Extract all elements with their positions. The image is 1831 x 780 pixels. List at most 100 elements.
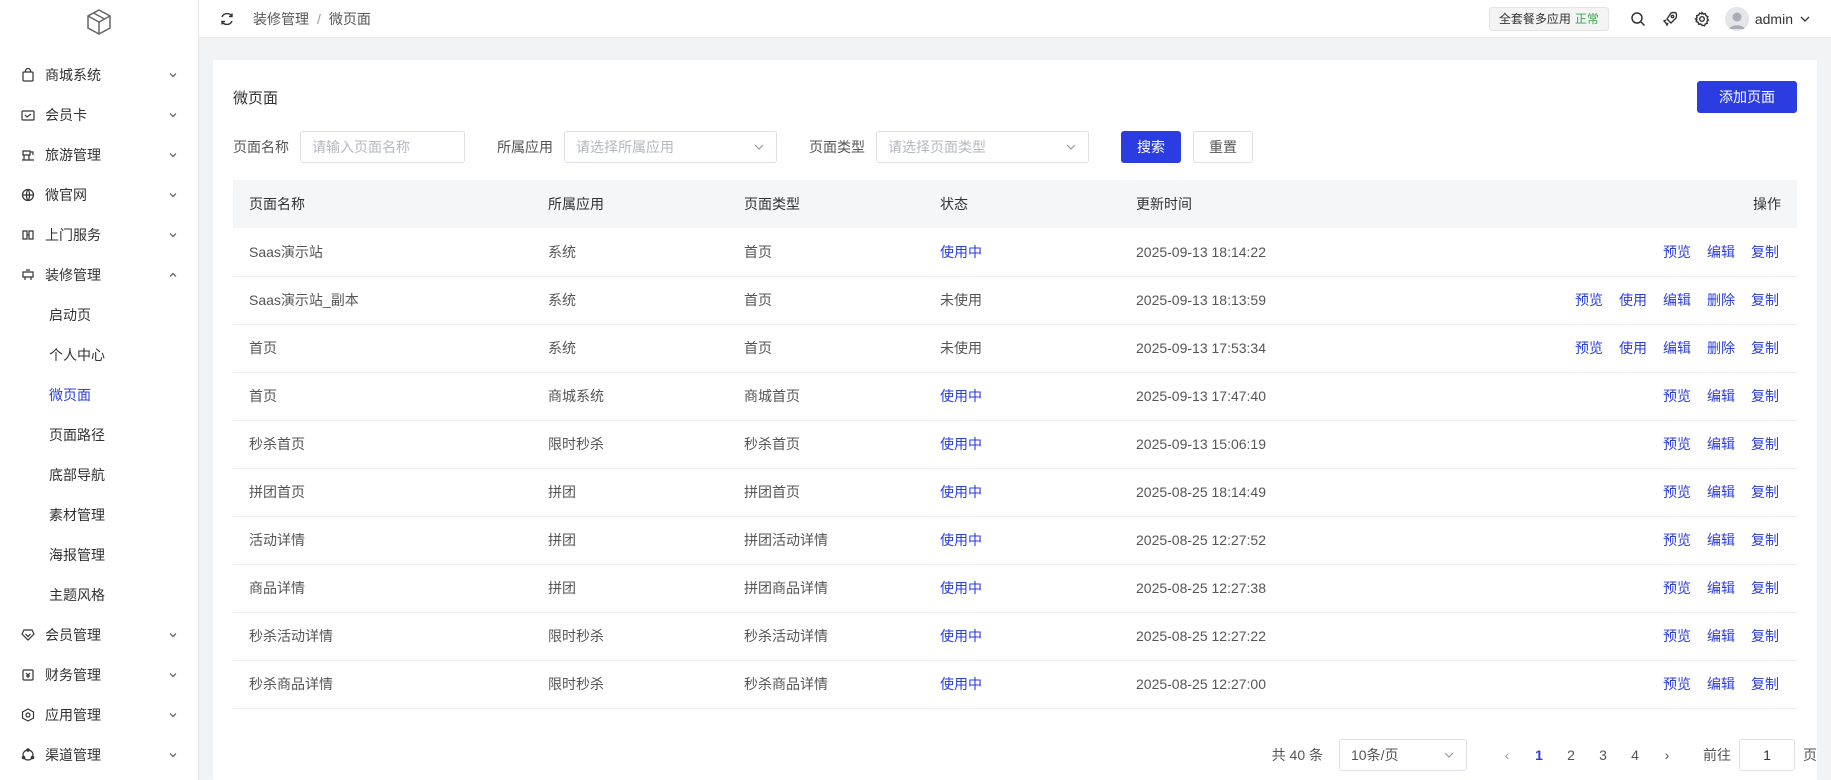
row-action-link[interactable]: 编辑 xyxy=(1707,436,1735,452)
cell-actions: 预览 编辑 复制 xyxy=(1410,564,1797,612)
row-action-link[interactable]: 删除 xyxy=(1707,340,1735,356)
page-name-input[interactable] xyxy=(300,131,465,163)
sidebar-item[interactable]: 应用管理 xyxy=(0,695,198,735)
sidebar-subitem[interactable]: 主题风格 xyxy=(0,575,198,615)
row-action-link[interactable]: 编辑 xyxy=(1663,292,1691,308)
cell-page-name: 拼团首页 xyxy=(249,484,305,500)
row-action-link[interactable]: 预览 xyxy=(1663,388,1691,404)
row-action-link[interactable]: 预览 xyxy=(1663,580,1691,596)
row-action-link[interactable]: 预览 xyxy=(1575,292,1603,308)
cell-updated-time: 2025-09-13 18:13:59 xyxy=(1136,292,1266,308)
row-action-link[interactable]: 复制 xyxy=(1751,340,1779,356)
sidebar-subitem[interactable]: 微页面 xyxy=(0,375,198,415)
table-row: 首页 商城系统 商城首页 使用中 2025-09-13 17:47:40 预览 编辑 复制 xyxy=(233,372,1797,420)
row-action-link[interactable]: 使用 xyxy=(1619,292,1647,308)
row-action-link[interactable]: 预览 xyxy=(1663,628,1691,644)
row-action-link[interactable]: 预览 xyxy=(1663,676,1691,692)
row-action-link[interactable]: 编辑 xyxy=(1707,244,1735,260)
add-page-button[interactable]: 添加页面 xyxy=(1697,81,1797,113)
sidebar-item[interactable]: 微官网 xyxy=(0,175,198,215)
row-action-link[interactable]: 预览 xyxy=(1663,436,1691,452)
logo[interactable] xyxy=(0,0,198,44)
column-header: 页面类型 xyxy=(744,196,800,212)
sidebar-subitem[interactable]: 个人中心 xyxy=(0,335,198,375)
refresh-icon[interactable] xyxy=(219,11,235,27)
sidebar-item[interactable]: 财务管理 xyxy=(0,655,198,695)
page-number[interactable]: 3 xyxy=(1587,747,1619,763)
row-action-link[interactable]: 复制 xyxy=(1751,436,1779,452)
row-action-link[interactable]: 编辑 xyxy=(1707,388,1735,404)
sidebar-item[interactable]: 会员管理 xyxy=(0,615,198,655)
page-number[interactable]: 2 xyxy=(1555,747,1587,763)
row-action-link[interactable]: 预览 xyxy=(1663,484,1691,500)
cell-page-name: 秒杀首页 xyxy=(249,436,305,452)
sidebar-item[interactable]: 装修管理 xyxy=(0,255,198,295)
cell-app: 拼团 xyxy=(548,484,576,500)
cell-type: 拼团首页 xyxy=(744,484,800,500)
row-action-link[interactable]: 预览 xyxy=(1575,340,1603,356)
page-size-select[interactable]: 10条/页 xyxy=(1339,739,1467,771)
cell-actions: 预览 编辑 复制 xyxy=(1410,660,1797,708)
row-action-link[interactable]: 预览 xyxy=(1663,244,1691,260)
sidebar-item[interactable]: 商城系统 xyxy=(0,55,198,95)
cell-actions: 预览 编辑 复制 xyxy=(1410,516,1797,564)
next-page-icon[interactable]: › xyxy=(1651,747,1683,763)
type-select[interactable]: 请选择页面类型 xyxy=(876,131,1089,163)
app-select[interactable]: 请选择所属应用 xyxy=(564,131,777,163)
cell-app: 商城系统 xyxy=(548,388,604,404)
goto-page-input[interactable] xyxy=(1739,739,1795,771)
breadcrumb-parent[interactable]: 装修管理 xyxy=(253,9,309,29)
row-action-link[interactable]: 复制 xyxy=(1751,292,1779,308)
goto-label: 前往 xyxy=(1703,747,1731,763)
row-action-link[interactable]: 预览 xyxy=(1663,532,1691,548)
sidebar-item[interactable]: 渠道管理 xyxy=(0,735,198,775)
row-action-link[interactable]: 编辑 xyxy=(1707,580,1735,596)
row-action-link[interactable]: 编辑 xyxy=(1707,628,1735,644)
sidebar-subitem[interactable]: 素材管理 xyxy=(0,495,198,535)
column-header: 状态 xyxy=(940,196,968,212)
cell-actions: 预览 编辑 复制 xyxy=(1410,228,1797,276)
cell-type: 秒杀活动详情 xyxy=(744,628,828,644)
cell-status: 使用中 xyxy=(940,532,982,548)
row-action-link[interactable]: 复制 xyxy=(1751,676,1779,692)
cell-updated-time: 2025-08-25 18:14:49 xyxy=(1136,484,1266,500)
cell-status: 使用中 xyxy=(940,484,982,500)
row-action-link[interactable]: 复制 xyxy=(1751,628,1779,644)
settings-gear-icon[interactable] xyxy=(1693,10,1711,28)
sidebar-item[interactable]: 上门服务 xyxy=(0,215,198,255)
page-number[interactable]: 4 xyxy=(1619,747,1651,763)
row-action-link[interactable]: 使用 xyxy=(1619,340,1647,356)
sidebar-item[interactable]: 旅游管理 xyxy=(0,135,198,175)
prev-page-icon[interactable]: ‹ xyxy=(1491,747,1523,763)
search-button[interactable]: 搜索 xyxy=(1121,131,1181,163)
table-row: Saas演示站 系统 首页 使用中 2025-09-13 18:14:22 预览 编辑 复制 xyxy=(233,228,1797,276)
rocket-icon[interactable] xyxy=(1661,10,1679,28)
cell-status: 使用中 xyxy=(940,580,982,596)
cell-status: 使用中 xyxy=(940,243,982,260)
row-action-link[interactable]: 复制 xyxy=(1751,580,1779,596)
sidebar-subitem[interactable]: 启动页 xyxy=(0,295,198,335)
table-header-row: 页面名称 所属应用 页面类型 状态 更新时间 操作 xyxy=(233,180,1797,228)
page-number[interactable]: 1 xyxy=(1523,747,1555,763)
row-action-link[interactable]: 编辑 xyxy=(1707,676,1735,692)
sidebar-item[interactable]: 会员卡 xyxy=(0,95,198,135)
row-action-link[interactable]: 复制 xyxy=(1751,244,1779,260)
cell-updated-time: 2025-09-13 15:06:19 xyxy=(1136,436,1266,452)
row-action-link[interactable]: 编辑 xyxy=(1707,484,1735,500)
row-action-link[interactable]: 编辑 xyxy=(1663,340,1691,356)
row-action-link[interactable]: 复制 xyxy=(1751,484,1779,500)
search-icon[interactable] xyxy=(1629,10,1647,28)
sidebar-item-label: 财务管理 xyxy=(45,667,101,683)
shop-bag-icon xyxy=(21,68,35,82)
row-action-link[interactable]: 复制 xyxy=(1751,532,1779,548)
row-action-link[interactable]: 复制 xyxy=(1751,388,1779,404)
reset-button[interactable]: 重置 xyxy=(1193,131,1253,163)
sidebar-subitem[interactable]: 海报管理 xyxy=(0,535,198,575)
sidebar-subitem[interactable]: 底部导航 xyxy=(0,455,198,495)
row-action-link[interactable]: 删除 xyxy=(1707,292,1735,308)
user-menu[interactable]: admin xyxy=(1724,6,1811,31)
cell-status: 使用中 xyxy=(940,436,982,452)
row-action-link[interactable]: 编辑 xyxy=(1707,532,1735,548)
sidebar-subitem[interactable]: 页面路径 xyxy=(0,415,198,455)
sidebar-item-label: 商城系统 xyxy=(45,67,101,83)
